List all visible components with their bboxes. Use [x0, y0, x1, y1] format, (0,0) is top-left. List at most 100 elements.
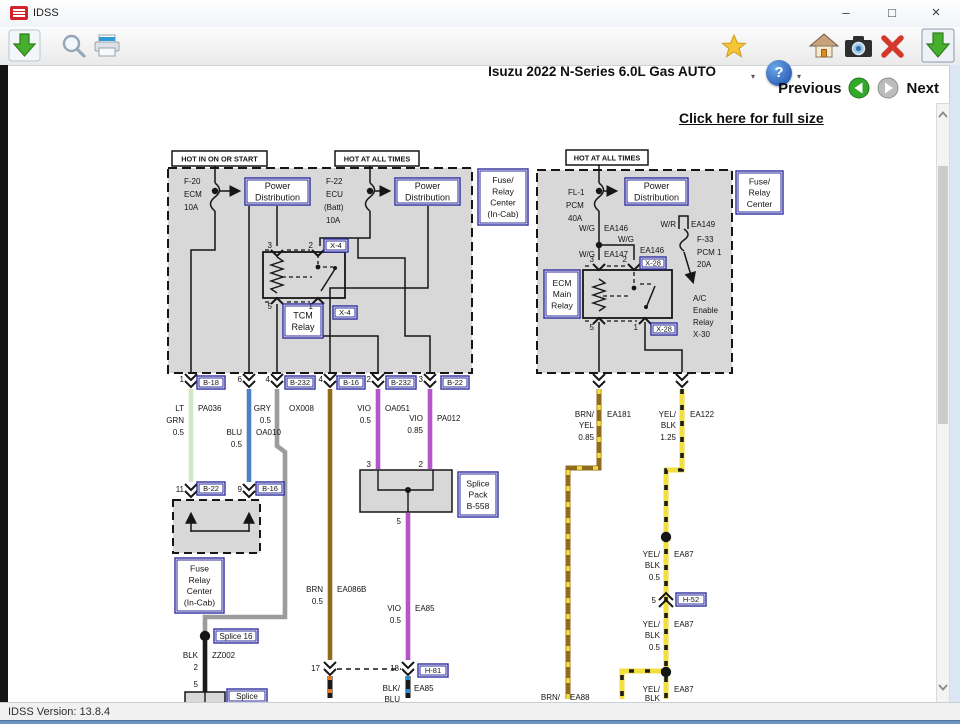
diagram-label: YEL/ — [659, 410, 677, 419]
component-box-label: Splice — [466, 478, 489, 488]
favorites-dropdown-caret-icon[interactable]: ▾ — [751, 72, 755, 81]
scrollbar-thumb[interactable] — [938, 166, 948, 424]
download-button[interactable] — [921, 28, 955, 63]
diagram-label: 6 — [238, 375, 243, 384]
diagram-label: OA051 — [385, 404, 410, 413]
diagram-label: GRY — [254, 404, 272, 413]
component-box-label: Fuse — [190, 564, 209, 574]
diagram-label: 3 — [590, 255, 595, 264]
diagram-label: YEL — [579, 421, 595, 430]
hot-header-label: HOT AT ALL TIMES — [344, 154, 411, 163]
hot-header-label: HOT AT ALL TIMES — [574, 153, 641, 162]
diagram-label: OA010 — [256, 428, 281, 437]
diagram-label: EA85 — [414, 684, 434, 693]
diagram-label: 0.5 — [649, 573, 661, 582]
screenshot-button[interactable] — [844, 35, 873, 59]
component-box-label: TCM — [293, 310, 313, 320]
ea87-splice-dot — [661, 532, 671, 542]
diagram-label: ECM — [184, 190, 202, 199]
diagram-label: PCM — [566, 201, 584, 210]
title-bar: IDSS – □ × — [0, 0, 960, 27]
minimize-button[interactable]: – — [834, 3, 858, 23]
diagram-label: 18 — [390, 664, 399, 673]
diagram-label: 0.5 — [649, 643, 661, 652]
home-button[interactable] — [809, 32, 839, 59]
diagram-label: (Batt) — [324, 203, 344, 212]
previous-label: Previous — [778, 80, 841, 97]
diagram-label: X-30 — [693, 330, 710, 339]
splice-pack-dot — [405, 487, 411, 493]
diagram-label: Enable — [693, 306, 718, 315]
component-box-label: B-22 — [203, 484, 219, 493]
diagram-label: VIO — [409, 414, 423, 423]
component-box-label: Relay — [749, 188, 771, 198]
component-box-label: B-16 — [343, 378, 359, 387]
favorites-button[interactable] — [720, 33, 748, 60]
component-box-label: Center — [490, 198, 516, 208]
diagram-label: 0.5 — [231, 440, 243, 449]
component-box-label: Relay — [291, 322, 315, 332]
diagram-label: BRN/ — [541, 693, 561, 702]
delete-button[interactable] — [879, 33, 906, 60]
diagram-label: EA146 — [640, 246, 665, 255]
component-box-label: X-4 — [330, 241, 342, 250]
diagram-label: 2 — [623, 255, 628, 264]
scroll-down-button[interactable] — [937, 682, 949, 698]
diagram-label: VIO — [387, 604, 401, 613]
splice-16-dot — [200, 631, 210, 641]
wiring-diagram: PowerDistributionPowerDistributionPowerD… — [0, 0, 960, 724]
maximize-button[interactable]: □ — [880, 3, 904, 23]
diagram-label: EA85 — [415, 604, 435, 613]
diagram-label: PA012 — [437, 414, 461, 423]
vehicle-title: Isuzu 2022 N-Series 6.0L Gas AUTO — [488, 64, 716, 79]
diagram-label: 4 — [319, 375, 324, 384]
toolbar: Isuzu 2022 N-Series 6.0L Gas AUTO ▾ ? ▾ — [0, 27, 960, 66]
diagram-label: EA146 — [604, 224, 629, 233]
diagram-label: 0.5 — [390, 616, 402, 625]
component-box-label: Main — [553, 289, 572, 299]
diagram-label: 2 — [367, 375, 372, 384]
diagram-label: 1 — [634, 323, 639, 332]
diagram-label: 1 — [180, 375, 185, 384]
diagram-label: 2 — [194, 663, 199, 672]
diagram-label: 2 — [419, 460, 424, 469]
zoom-button[interactable] — [60, 32, 88, 60]
house-icon — [810, 34, 838, 46]
scroll-up-button[interactable] — [937, 110, 949, 126]
full-size-link[interactable]: Click here for full size — [679, 110, 824, 126]
export-button[interactable] — [8, 29, 41, 62]
diagram-label: YEL/ — [643, 550, 661, 559]
diagram-label: 4 — [266, 375, 271, 384]
red-x-icon — [884, 38, 901, 55]
page-navigation: Previous Next — [778, 77, 939, 99]
diagram-label: 3 — [367, 460, 372, 469]
diagram-label: 3 — [419, 375, 424, 384]
diagram-label: BLK — [183, 651, 199, 660]
chevron-up-icon — [939, 113, 947, 118]
print-button[interactable] — [92, 33, 122, 60]
diagram-label: EA181 — [607, 410, 632, 419]
component-box-label: Pack — [469, 490, 489, 500]
component-box-label: (In-Cab) — [184, 598, 215, 608]
close-button[interactable]: × — [924, 3, 948, 23]
component-box-label: B-16 — [262, 484, 278, 493]
component-box-label: Distribution — [634, 193, 679, 203]
component-box-label: H-81 — [425, 666, 441, 675]
next-button[interactable] — [877, 77, 899, 99]
window-bottom-edge — [0, 720, 960, 724]
diagram-label: 5 — [268, 302, 273, 311]
diagram-label: ECU — [326, 190, 343, 199]
ea87-splice-dot-2 — [661, 667, 671, 677]
hot-header-label: HOT IN ON OR START — [181, 154, 258, 163]
component-box-label: Power — [644, 181, 670, 191]
diagram-label: 5 — [652, 596, 657, 605]
diagram-label: BLK/ — [383, 684, 401, 693]
diagram-label: BLU — [226, 428, 242, 437]
component-box-label: Relay — [189, 575, 211, 585]
vertical-scrollbar[interactable] — [936, 103, 950, 705]
component-box-label: Center — [747, 199, 773, 209]
component-box-label: ECM — [553, 278, 572, 288]
diagram-label: 3 — [268, 241, 273, 250]
component-box-label: B-18 — [203, 378, 219, 387]
previous-button[interactable] — [848, 77, 870, 99]
